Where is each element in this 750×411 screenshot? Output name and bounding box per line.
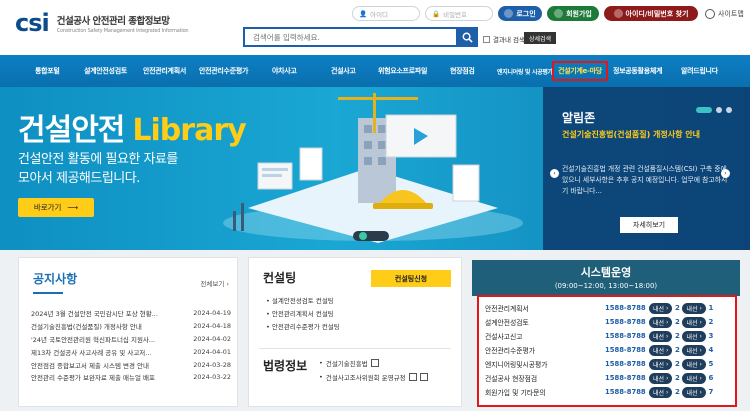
list-item[interactable]: • 건설사고조사위원회 운영규정 <box>319 370 428 384</box>
system-header: 시스템운영 (09:00~12:00, 13:00~18:00) <box>472 260 740 296</box>
search-bar <box>243 27 478 47</box>
detail-search-button[interactable]: 상세검색 <box>524 32 557 44</box>
consulting-card: 컨설팅 컨설팅신청 • 설계안전성검토 컨설팅 • 안전관리계획서 컨설팅 • … <box>248 257 462 407</box>
contact-row: 안전관리수준평가 1588-8788 내선 › 2 내선 › 4 <box>485 344 714 356</box>
nav-item-site-inspection[interactable]: 현장점검 <box>450 66 475 76</box>
main-nav: 통합포털 설계안전성검토 안전관리계획서 안전관리수준평가 야차사고 건설사고 … <box>0 55 750 87</box>
alert-zone-title: 알림존 <box>562 111 596 125</box>
document-icon[interactable] <box>419 373 428 381</box>
consulting-title: 컨설팅 <box>263 271 297 285</box>
list-item[interactable]: '24년 국토안전관리원 혁신파트너십 지원사... 2024-04-02 <box>31 333 231 346</box>
alert-detail-button[interactable]: 자세히보기 <box>620 217 678 233</box>
list-item[interactable]: • 설계안전성검토 컨설팅 <box>266 295 340 308</box>
alert-body: 건설기술진흥법 개정 관련 건설품질시스템(CSI) 구축 중에 있으니 세부사… <box>562 165 728 195</box>
globe-icon <box>705 8 715 19</box>
nav-item-risk-profile[interactable]: 위험요소프로파일 <box>378 66 427 76</box>
search-input[interactable] <box>245 29 455 45</box>
login-bar: 👤 아이디 🔒 비밀번호 로그인 회원가입 아이디/비밀번호 찾기 사이트맵 <box>352 6 744 21</box>
system-hours: (09:00~12:00, 13:00~18:00) <box>554 282 658 290</box>
slider-dots[interactable] <box>696 107 732 113</box>
system-contact-list: 안전관리계획서 1588-8788 내선 › 2 내선 › 1 설계안전성검토 1588-878… <box>477 295 737 407</box>
search-button[interactable] <box>456 27 478 47</box>
list-item[interactable]: • 건설기술진흥법 <box>319 356 428 370</box>
contact-row: 건설공사 현장점검 1588-8788 내선 › 2 내선 › 6 <box>485 372 714 384</box>
in-result-search[interactable]: 결과내 검색 <box>483 34 525 44</box>
list-item[interactable]: • 안전관리계획서 컨설팅 <box>266 308 340 321</box>
list-item[interactable]: 제13차 건설공사 사고사례 공유 및 사고저... 2024-04-01 <box>31 345 231 358</box>
lock-icon: 🔒 <box>432 9 441 18</box>
law-list: • 건설기술진흥법 • 건설사고조사위원회 운영규정 <box>319 356 428 384</box>
law-info-title: 법령정보 <box>263 359 308 373</box>
nav-item-announcements[interactable]: 알려드립니다 <box>681 66 718 76</box>
join-button[interactable]: 회원가입 <box>547 6 599 21</box>
search-icon <box>462 32 473 43</box>
login-icon <box>504 9 514 18</box>
nav-item-portal[interactable]: 통합포털 <box>35 66 60 76</box>
nav-item-safety-eval[interactable]: 안전관리수준평가 <box>199 66 248 76</box>
nav-item-engineering[interactable]: 엔지니어링 및 시공평가 <box>497 67 553 76</box>
nav-item-equipment[interactable]: 건설기계e-마당 <box>552 61 608 81</box>
notice-title: 공지사항 <box>33 272 78 286</box>
alert-zone: 알림존 건설기술진흥법(건설품질) 개정사항 안내 건설기술진흥법 개정 관련 … <box>543 87 750 250</box>
login-button[interactable]: 로그인 <box>498 6 542 21</box>
logo-mark: csi <box>15 9 50 37</box>
list-item[interactable]: 안전관리 수준평가 보완자료 제출 매뉴얼 배포 2024-03-22 <box>31 371 231 384</box>
join-icon <box>554 9 564 18</box>
nav-item-info-share[interactable]: 정보공동활용체계 <box>613 66 662 76</box>
nav-item-design-review[interactable]: 설계안전성검토 <box>84 66 127 76</box>
nav-item-accident[interactable]: 건설사고 <box>331 66 356 76</box>
system-card: 시스템운영 (09:00~12:00, 13:00~18:00) 안전관리계획서… <box>472 260 740 407</box>
download-icon[interactable] <box>408 373 417 381</box>
banner-description: 건설안전 활동에 필요한 자료를 모아서 제공해드립니다. <box>18 152 178 186</box>
sitemap-link[interactable]: 사이트맵 <box>705 8 744 19</box>
arrow-right-icon: ⟶ <box>67 203 79 212</box>
nav-item-safety-plan[interactable]: 안전관리계획서 <box>143 66 186 76</box>
notice-card: 공지사항 전체보기 › 2024년 3월 건설안전 국민감시단 포상 현황...… <box>18 257 238 407</box>
list-item[interactable]: 건설기술진흥법(건설품질) 개정사항 안내 2024-04-18 <box>31 320 231 333</box>
contact-row: 엔지니어링및시공평가 1588-8788 내선 › 2 내선 › 5 <box>485 358 714 370</box>
consulting-list: • 설계안전성검토 컨설팅 • 안전관리계획서 컨설팅 • 안전관리수준평가 컨… <box>266 295 340 334</box>
in-result-checkbox[interactable] <box>483 35 490 43</box>
logo-name: 건설공사 안전관리 종합정보망 <box>56 15 170 27</box>
contact-row: 건설사고신고 1588-8788 내선 › 2 내선 › 3 <box>485 330 714 342</box>
find-icon <box>613 9 623 18</box>
site-header: csi 건설공사 안전관리 종합정보망 Construction Safety … <box>0 0 750 55</box>
nav-item-accident-reserve[interactable]: 야차사고 <box>272 66 297 76</box>
password-input[interactable]: 🔒 비밀번호 <box>425 6 493 21</box>
notice-more-link[interactable]: 전체보기 › <box>200 278 229 288</box>
consulting-apply-button[interactable]: 컨설팅신청 <box>371 270 451 287</box>
list-item[interactable]: • 안전관리수준평가 컨설팅 <box>266 321 340 334</box>
notice-list: 2024년 3월 건설안전 국민감시단 포상 현황... 2024-04-19 건… <box>31 307 231 384</box>
system-title: 시스템운영 <box>580 266 632 279</box>
banner-go-button[interactable]: 바로가기 ⟶ <box>18 198 94 217</box>
find-account-button[interactable]: 아이디/비밀번호 찾기 <box>604 6 698 21</box>
next-arrow-icon[interactable]: › <box>721 169 730 178</box>
construction-illustration <box>223 93 523 243</box>
contact-row: 설계안전성검토 1588-8788 내선 › 2 내선 › 2 <box>485 316 714 328</box>
site-logo[interactable]: csi 건설공사 안전관리 종합정보망 Construction Safety … <box>15 9 189 37</box>
user-icon: 👤 <box>359 9 368 18</box>
document-icon[interactable] <box>370 359 379 367</box>
alert-headline[interactable]: 건설기술진흥법(건설품질) 개정사항 안내 <box>562 128 737 141</box>
id-input[interactable]: 👤 아이디 <box>352 6 420 21</box>
logo-subtitle: Construction Safety Management Integrate… <box>56 27 189 34</box>
prev-arrow-icon[interactable]: ‹ <box>550 169 559 178</box>
contact-row: 안전관리계획서 1588-8788 내선 › 2 내선 › 1 <box>485 302 714 314</box>
hero-banner: 건설안전 Library 건설안전 활동에 필요한 자료를 모아서 제공해드립니다… <box>0 87 750 250</box>
list-item[interactable]: 2024년 3월 건설안전 국민감시단 포상 현황... 2024-04-19 <box>31 307 231 320</box>
contact-row: 회원가입 및 기타문의 1588-8788 내선 › 2 내선 › 7 <box>485 386 714 398</box>
list-item[interactable]: 안전점검 종합보고서 제출 시스템 변경 안내 2024-03-28 <box>31 358 231 371</box>
